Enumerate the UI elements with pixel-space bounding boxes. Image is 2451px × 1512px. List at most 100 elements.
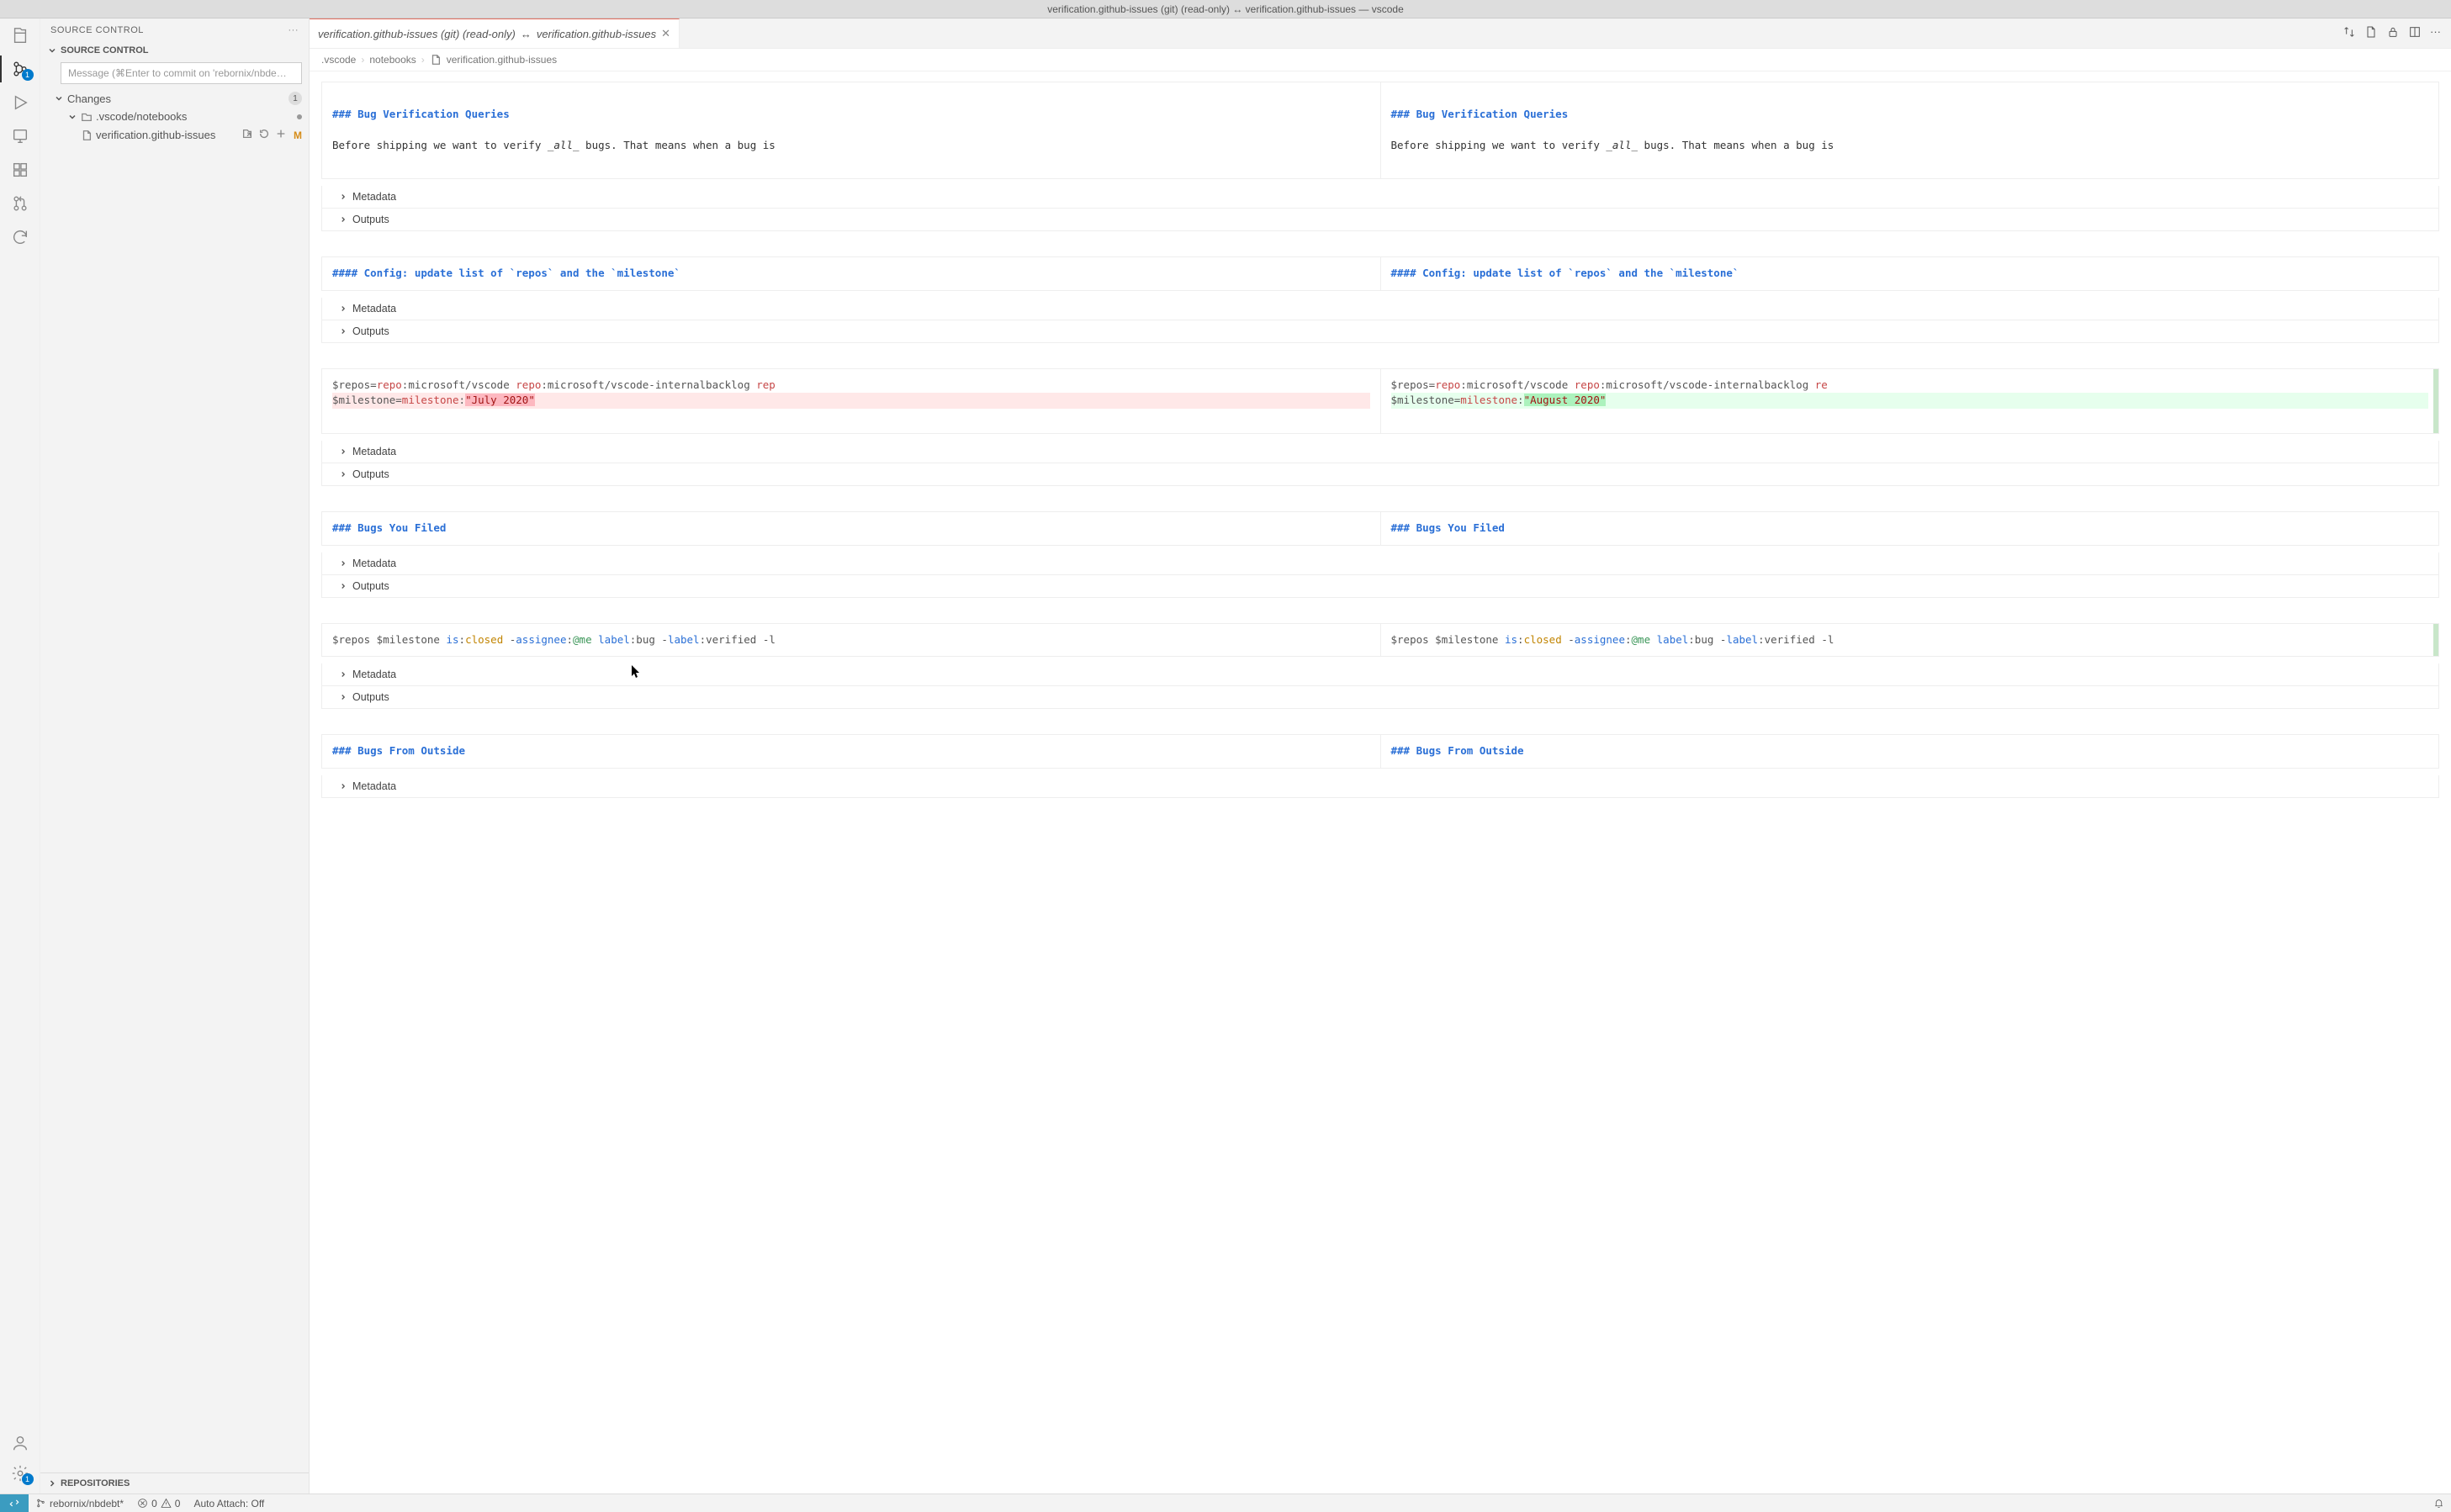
outputs-toggle[interactable]: Outputs	[321, 463, 2439, 486]
tab-title-right: verification.github-issues	[537, 28, 656, 40]
account-icon[interactable]	[10, 1433, 30, 1453]
auto-attach-indicator[interactable]: Auto Attach: Off	[187, 1498, 271, 1509]
stage-changes-icon[interactable]	[275, 128, 287, 142]
modified-dot-icon	[297, 114, 302, 119]
metadata-toggle[interactable]: Metadata	[321, 663, 2439, 686]
outputs-toggle[interactable]: Outputs	[321, 686, 2439, 709]
more-actions-icon[interactable]: ···	[2430, 25, 2441, 41]
outputs-toggle[interactable]: Outputs	[321, 575, 2439, 598]
chevron-down-icon	[47, 45, 57, 56]
source-control-icon[interactable]: 1	[10, 59, 30, 79]
folder-item[interactable]: .vscode/notebooks	[40, 108, 309, 125]
branch-indicator[interactable]: rebornix/nbdebt*	[29, 1498, 130, 1509]
changes-label: Changes	[67, 93, 285, 105]
file-label: verification.github-issues	[96, 129, 238, 141]
settings-badge: 1	[22, 1473, 34, 1485]
diff-cell: ### Bugs From Outside ### Bugs From Outs…	[321, 734, 2439, 798]
diff-right: ### Bugs From Outside	[1381, 735, 2439, 768]
scm-badge: 1	[22, 69, 34, 81]
diff-left: ### Bug Verification Queries Before ship…	[322, 82, 1381, 178]
warning-count: 0	[175, 1498, 181, 1509]
open-file-icon[interactable]	[241, 128, 253, 142]
editor-actions: ···	[2332, 25, 2451, 41]
discard-changes-icon[interactable]	[258, 128, 270, 142]
explorer-icon[interactable]	[10, 25, 30, 45]
main-layout: 1 1	[0, 19, 2451, 1493]
metadata-toggle[interactable]: Metadata	[321, 186, 2439, 209]
file-status: M	[294, 130, 302, 141]
window-title: verification.github-issues (git) (read-o…	[1047, 3, 1404, 15]
settings-gear-icon[interactable]: 1	[10, 1463, 30, 1483]
error-count: 0	[151, 1498, 157, 1509]
diff-right: ### Bugs You Filed	[1381, 512, 2439, 545]
sync-icon[interactable]	[10, 227, 30, 247]
open-file-action-icon[interactable]	[2364, 25, 2378, 41]
auto-attach-label: Auto Attach: Off	[193, 1498, 264, 1509]
file-item[interactable]: verification.github-issues M	[40, 125, 309, 145]
metadata-toggle[interactable]: Metadata	[321, 552, 2439, 575]
metadata-toggle[interactable]: Metadata	[321, 441, 2439, 463]
diff-right: $repos=repo:microsoft/vscode repo:micros…	[1381, 369, 2439, 433]
sidebar-title-row: SOURCE CONTROL ···	[40, 19, 309, 42]
remote-indicator[interactable]	[0, 1494, 29, 1512]
diff-left: $repos=repo:microsoft/vscode repo:micros…	[322, 369, 1381, 433]
sidebar-title: SOURCE CONTROL	[50, 25, 144, 35]
cell-body: Before shipping we want to verify _all_ …	[332, 139, 776, 151]
chevron-right-icon: ›	[361, 54, 364, 66]
chevron-right-icon: ›	[421, 54, 425, 66]
commit-message-input[interactable]	[61, 62, 302, 84]
diff-content[interactable]: ### Bug Verification Queries Before ship…	[310, 71, 2451, 1493]
chevron-down-icon	[67, 112, 77, 122]
outputs-toggle[interactable]: Outputs	[321, 209, 2439, 231]
run-debug-icon[interactable]	[10, 93, 30, 113]
pull-request-icon[interactable]	[10, 193, 30, 214]
breadcrumb-part[interactable]: notebooks	[369, 54, 416, 66]
file-icon	[81, 130, 93, 141]
scm-section-label: SOURCE CONTROL	[61, 45, 149, 56]
breadcrumb-part[interactable]: verification.github-issues	[447, 54, 557, 66]
changes-count: 1	[289, 92, 302, 105]
diff-cell: #### Config: update list of `repos` and …	[321, 256, 2439, 343]
extensions-icon[interactable]	[10, 160, 30, 180]
notifications-icon[interactable]	[2427, 1498, 2451, 1509]
diff-left: $repos $milestone is:closed -assignee:@m…	[322, 624, 1381, 657]
tab-title-sep: ↔	[521, 28, 532, 40]
diff-left: #### Config: update list of `repos` and …	[322, 257, 1381, 290]
breadcrumbs[interactable]: .vscode › notebooks › verification.githu…	[310, 49, 2451, 71]
repositories-section-header[interactable]: REPOSITORIES	[40, 1472, 309, 1493]
diff-swap-icon[interactable]	[2342, 25, 2356, 41]
breadcrumb-part[interactable]: .vscode	[321, 54, 356, 66]
diff-right: $repos $milestone is:closed -assignee:@m…	[1381, 624, 2439, 657]
cell-heading: ### Bug Verification Queries	[1391, 108, 1569, 120]
close-tab-icon[interactable]: ✕	[661, 27, 670, 40]
branch-name: rebornix/nbdebt*	[50, 1498, 124, 1509]
commit-message-field[interactable]	[61, 62, 302, 84]
readonly-lock-icon[interactable]	[2386, 25, 2400, 41]
diff-changed-marker	[2433, 369, 2438, 433]
tab-title-left: verification.github-issues (git) (read-o…	[318, 28, 516, 40]
cell-body: Before shipping we want to verify _all_ …	[1391, 139, 1834, 151]
status-bar: rebornix/nbdebt* 0 0 Auto Attach: Off	[0, 1493, 2451, 1512]
remote-explorer-icon[interactable]	[10, 126, 30, 146]
file-actions	[241, 128, 287, 142]
tabs-row: verification.github-issues (git) (read-o…	[310, 19, 2451, 49]
diff-cell: ### Bugs You Filed ### Bugs You Filed Me…	[321, 511, 2439, 598]
diff-right: #### Config: update list of `repos` and …	[1381, 257, 2439, 290]
metadata-toggle[interactable]: Metadata	[321, 775, 2439, 798]
activity-bar: 1 1	[0, 19, 40, 1493]
folder-icon	[81, 111, 93, 123]
diff-left: ### Bugs You Filed	[322, 512, 1381, 545]
file-icon	[430, 54, 442, 66]
active-tab[interactable]: verification.github-issues (git) (read-o…	[310, 19, 680, 48]
scm-section-header[interactable]: SOURCE CONTROL	[40, 42, 309, 59]
outputs-toggle[interactable]: Outputs	[321, 320, 2439, 343]
chevron-right-icon	[47, 1478, 57, 1488]
problems-indicator[interactable]: 0 0	[130, 1498, 187, 1509]
changes-group[interactable]: Changes 1	[40, 89, 309, 108]
folder-label: .vscode/notebooks	[96, 110, 294, 123]
diff-changed-marker	[2433, 624, 2438, 657]
metadata-toggle[interactable]: Metadata	[321, 298, 2439, 320]
diff-cell: $repos $milestone is:closed -assignee:@m…	[321, 623, 2439, 710]
split-editor-icon[interactable]	[2408, 25, 2422, 41]
more-icon[interactable]: ···	[289, 25, 299, 35]
